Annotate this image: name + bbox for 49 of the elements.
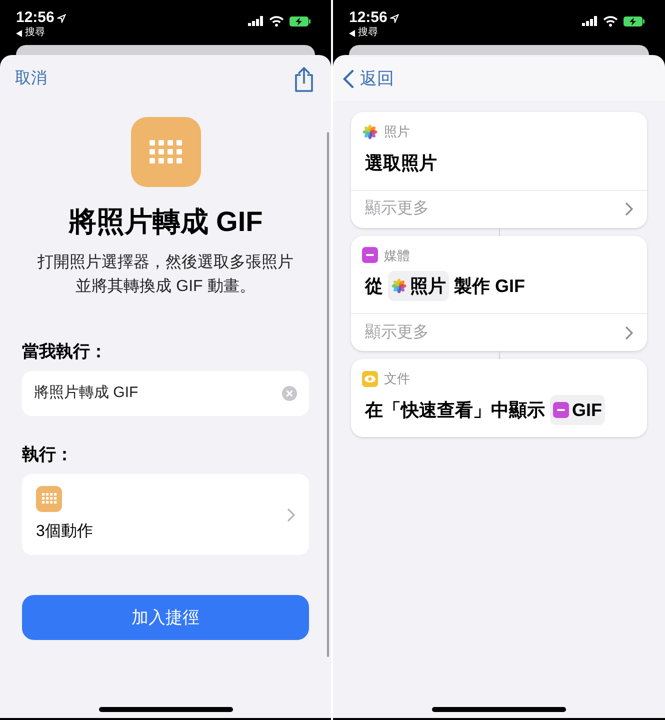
action-text: 製作 GIF bbox=[454, 275, 525, 298]
description-line: 打開照片選擇器，然後選取多張照片 bbox=[36, 252, 294, 273]
cancel-button[interactable]: 取消 bbox=[15, 67, 47, 91]
wifi-icon bbox=[269, 16, 284, 26]
back-triangle-icon bbox=[16, 30, 22, 36]
signal-icon bbox=[248, 16, 264, 26]
variable-token[interactable]: GIF bbox=[550, 394, 605, 424]
back-triangle-icon bbox=[349, 30, 355, 36]
actions-row[interactable]: 3個動作 bbox=[22, 474, 309, 555]
status-time: 12:56 bbox=[349, 9, 388, 26]
media-icon bbox=[553, 402, 569, 418]
action-category: 媒體 bbox=[384, 246, 410, 264]
section-label: 當我執行： bbox=[21, 341, 108, 363]
description-line: 並將其轉換成 GIF 動畫。 bbox=[74, 276, 256, 297]
eye-icon bbox=[362, 370, 378, 387]
location-arrow-icon bbox=[57, 14, 66, 22]
chevron-right-icon bbox=[625, 202, 633, 216]
action-text: 選取照片 bbox=[365, 152, 437, 174]
grid-dots-icon bbox=[148, 140, 182, 164]
action-category: 文件 bbox=[384, 370, 410, 388]
action-card[interactable]: 媒體 從 照片 製作 GIF 顯示更多 bbox=[351, 236, 647, 351]
action-category: 照片 bbox=[384, 123, 410, 141]
grid-dots-icon bbox=[42, 493, 56, 504]
flower-icon bbox=[362, 124, 378, 140]
media-icon bbox=[362, 247, 378, 264]
chevron-right-icon bbox=[625, 326, 633, 340]
name-input-field[interactable]: 將照片轉成 GIF bbox=[22, 371, 309, 416]
location-arrow-icon bbox=[390, 14, 400, 22]
chevron-left-icon bbox=[343, 70, 354, 88]
back-to-app-link[interactable]: 搜尋 bbox=[358, 27, 378, 39]
action-card[interactable]: 文件 在「快速查看」中顯示 GIF bbox=[351, 359, 647, 436]
variable-token[interactable]: 照片 bbox=[388, 271, 449, 301]
status-time: 12:56 bbox=[16, 9, 54, 26]
actions-count: 3個動作 bbox=[36, 522, 93, 542]
add-shortcut-button[interactable]: 加入捷徑 bbox=[22, 595, 309, 640]
flower-icon bbox=[391, 278, 407, 294]
back-to-app-link[interactable]: 搜尋 bbox=[25, 27, 45, 39]
shortcut-title: 將照片轉成 GIF bbox=[67, 205, 264, 239]
share-icon[interactable] bbox=[294, 66, 314, 92]
action-text: 從 bbox=[365, 275, 383, 298]
wifi-icon bbox=[603, 16, 618, 26]
battery-charging-icon bbox=[623, 16, 645, 26]
battery-charging-icon bbox=[289, 16, 311, 26]
chevron-right-icon bbox=[287, 508, 295, 522]
action-text: 在「快速查看」中顯示 bbox=[365, 398, 545, 422]
action-card[interactable]: 照片 選取照片 顯示更多 bbox=[351, 112, 647, 228]
signal-icon bbox=[582, 16, 598, 26]
back-button[interactable]: 返回 bbox=[343, 66, 394, 92]
section-label: 執行： bbox=[21, 444, 74, 466]
